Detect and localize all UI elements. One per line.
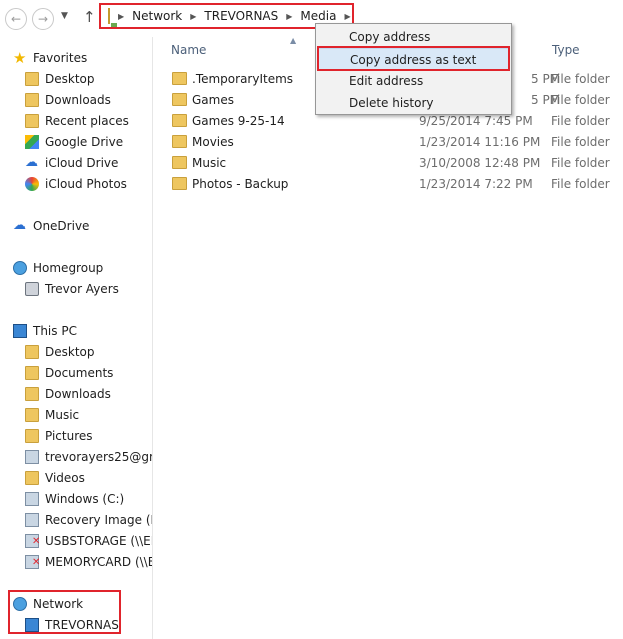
file-type: File folder xyxy=(551,93,610,107)
network-computer-icon xyxy=(25,618,39,632)
folder-icon xyxy=(25,408,39,422)
sidebar-item-label: iCloud Photos xyxy=(45,177,127,191)
navigation-pane: ★ Favorites Desktop Downloads Recent pla… xyxy=(0,37,152,639)
column-header-type[interactable]: Type xyxy=(552,43,580,57)
folder-icon xyxy=(172,114,187,127)
folder-icon xyxy=(25,345,39,359)
sidebar-section-label: This PC xyxy=(33,324,77,338)
google-drive-icon xyxy=(25,135,39,149)
back-button[interactable]: ← xyxy=(5,8,27,30)
windows-drive-icon xyxy=(25,492,39,506)
folder-icon xyxy=(25,114,39,128)
icloud-photos-icon xyxy=(25,177,39,191)
address-bar-region: ← → ▼ ↑ ▶ Network ▶ TREVORNAS ▶ Media ▶ xyxy=(0,0,623,37)
folder-icon xyxy=(25,72,39,86)
file-date: 1/23/2014 11:16 PM xyxy=(419,135,541,149)
homegroup-icon xyxy=(13,261,27,275)
column-header-name[interactable]: Name xyxy=(171,43,206,57)
sidebar-item-label: iCloud Drive xyxy=(45,156,119,170)
sidebar-item-label: Music xyxy=(45,408,80,422)
sidebar-item-label: TREVORNAS xyxy=(45,618,119,632)
folder-icon xyxy=(172,156,187,169)
sidebar-item-label: Videos xyxy=(45,471,85,485)
up-arrow-icon[interactable]: ↑ xyxy=(83,8,96,26)
sort-ascending-icon: ▲ xyxy=(290,36,297,45)
chevron-right-icon[interactable]: ▶ xyxy=(190,12,196,21)
file-type: File folder xyxy=(551,177,610,191)
star-icon: ★ xyxy=(13,49,27,67)
sidebar-section-label: OneDrive xyxy=(33,219,90,233)
folder-icon xyxy=(25,471,39,485)
file-date: 3/10/2008 12:48 PM xyxy=(419,156,541,170)
sidebar-section-label: Homegroup xyxy=(33,261,104,275)
folder-icon xyxy=(25,429,39,443)
user-icon xyxy=(25,282,39,296)
network-icon xyxy=(13,597,27,611)
folder-icon xyxy=(172,135,187,148)
sidebar-item-label: Windows (C:) xyxy=(45,492,125,506)
onedrive-icon: ☁ xyxy=(13,218,26,233)
menu-item-edit-address[interactable]: Edit address xyxy=(318,70,509,92)
sidebar-item-label: trevorayers25@gma xyxy=(45,450,152,464)
sidebar-section-label: Network xyxy=(33,597,84,611)
menu-highlight-box xyxy=(317,46,510,71)
forward-arrow-icon: → xyxy=(37,12,49,26)
icloud-drive-icon: ☁ xyxy=(25,155,38,170)
breadcrumb-media[interactable]: Media xyxy=(300,9,336,23)
sidebar-item-label: Downloads xyxy=(45,387,111,401)
folder-icon xyxy=(172,72,187,85)
recent-locations-chevron-icon[interactable]: ▼ xyxy=(61,11,68,21)
sidebar-item-label: Recent places xyxy=(45,114,129,128)
file-name: Movies xyxy=(192,135,234,149)
disconnected-network-drive-icon xyxy=(25,534,40,548)
file-type: File folder xyxy=(551,135,610,149)
sidebar-item-label: Desktop xyxy=(45,72,95,86)
menu-item-copy-address[interactable]: Copy address xyxy=(318,26,509,48)
file-name: Music xyxy=(192,156,227,170)
file-date: 1/23/2014 7:22 PM xyxy=(419,177,533,191)
chevron-right-icon[interactable]: ▶ xyxy=(118,12,124,21)
sidebar-item-label: Trevor Ayers xyxy=(45,282,119,296)
file-type: File folder xyxy=(551,156,610,170)
file-row[interactable]: Music 3/10/2008 12:48 PM File folder xyxy=(165,153,623,174)
file-row[interactable]: Movies 1/23/2014 11:16 PM File folder xyxy=(165,132,623,153)
network-folder-icon xyxy=(108,8,117,27)
sidebar-item-label: Pictures xyxy=(45,429,93,443)
file-type: File folder xyxy=(551,72,610,86)
pane-divider xyxy=(152,37,153,639)
file-name: Games 9-25-14 xyxy=(192,114,285,128)
file-name: Photos - Backup xyxy=(192,177,289,191)
disconnected-network-drive-icon xyxy=(25,555,40,569)
sidebar-item-label: Desktop xyxy=(45,345,95,359)
chevron-right-icon[interactable]: ▶ xyxy=(286,12,292,21)
file-type: File folder xyxy=(551,114,610,128)
forward-button[interactable]: → xyxy=(32,8,54,30)
file-row[interactable]: Photos - Backup 1/23/2014 7:22 PM File f… xyxy=(165,174,623,195)
sidebar-item-label: Recovery Image (D:) xyxy=(45,513,152,527)
folder-icon xyxy=(172,177,187,190)
file-name: .TemporaryItems xyxy=(192,72,294,86)
breadcrumb-network[interactable]: Network xyxy=(132,9,182,23)
back-arrow-icon: ← xyxy=(10,12,22,26)
folder-icon xyxy=(25,387,39,401)
chevron-right-icon[interactable]: ▶ xyxy=(344,12,350,21)
sidebar-item-label: Documents xyxy=(45,366,114,380)
file-date: 9/25/2014 7:45 PM xyxy=(419,114,533,128)
menu-item-delete-history[interactable]: Delete history xyxy=(318,92,509,114)
sidebar-item-label: Google Drive xyxy=(45,135,124,149)
drive-icon xyxy=(25,513,39,527)
drive-icon xyxy=(25,450,39,464)
sidebar-item-label: USBSTORAGE (\\EPS xyxy=(45,534,152,548)
sidebar-section-label: Favorites xyxy=(33,51,88,65)
file-name: Games xyxy=(192,93,234,107)
folder-icon xyxy=(25,366,39,380)
sidebar-item-label: MEMORYCARD (\\E xyxy=(45,555,152,569)
sidebar-item-label: Downloads xyxy=(45,93,111,107)
folder-icon xyxy=(25,93,39,107)
folder-icon xyxy=(172,93,187,106)
computer-icon xyxy=(13,324,27,338)
breadcrumb-trevornas[interactable]: TREVORNAS xyxy=(204,9,278,23)
